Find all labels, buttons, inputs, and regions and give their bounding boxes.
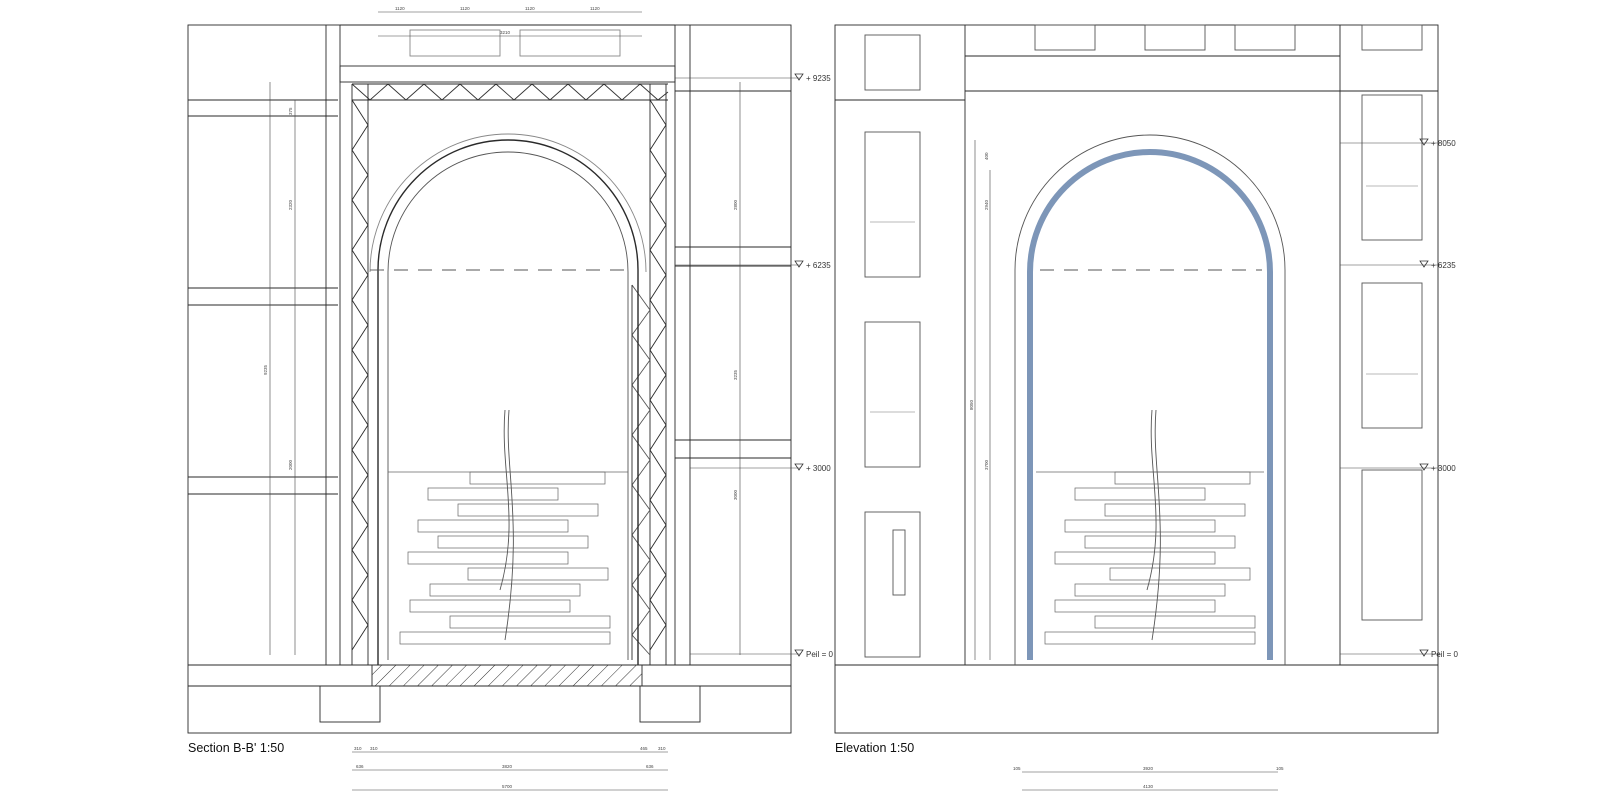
- section-dim-bottom1-0: 310: [354, 746, 362, 751]
- section-dim-left-3: 2000: [288, 459, 293, 470]
- section-level-2: + 3000: [806, 464, 831, 473]
- section-dim-bottom1-1: 310: [370, 746, 378, 751]
- elevation-level-0: + 8050: [1431, 139, 1456, 148]
- elevation-dim-left-1: 2940: [984, 199, 989, 210]
- section-dim-right-2: 3000: [733, 489, 738, 500]
- elevation-level-3: Peil = 0: [1431, 650, 1458, 659]
- elevation-dim-bottom-total: 4130: [1143, 784, 1154, 789]
- elevation-drawing: [834, 24, 1440, 791]
- section-dim-top-3: 1120: [590, 6, 600, 11]
- section-dim-bottom2-2: 636: [646, 764, 654, 769]
- drawing-canvas: + 9235 + 6235 + 3000 Peil = 0 + 8050 + 6…: [187, 6, 1458, 791]
- elevation-dim-left-0: 400: [984, 152, 989, 160]
- elevation-caption: Elevation 1:50: [835, 741, 915, 755]
- section-drawing: [187, 11, 800, 791]
- section-dim-bottom1-2: 465: [640, 746, 648, 751]
- section-dim-top-2: 1120: [525, 6, 535, 11]
- section-dim-right-0: 2800: [733, 199, 738, 210]
- section-dim-right-1: 3235: [733, 369, 738, 380]
- section-dim-bottom2-0: 636: [356, 764, 364, 769]
- section-dim-left-0: 375: [288, 107, 293, 115]
- section-level-1: + 6235: [806, 261, 831, 270]
- elevation-dim-left-2: 8050: [969, 399, 974, 410]
- elevation-dim-bottom-2: 105: [1276, 766, 1284, 771]
- section-dim-bottom1-3: 310: [658, 746, 666, 751]
- section-dim-bottom-total: 5700: [502, 784, 513, 789]
- section-level-3: Peil = 0: [806, 650, 833, 659]
- section-dim-top-total: 3210: [500, 30, 511, 35]
- section-caption: Section B-B' 1:50: [188, 741, 285, 755]
- section-dim-top-0: 1120: [395, 6, 405, 11]
- elevation-frame: [834, 24, 1439, 734]
- section-dim-left-1: 2320: [288, 199, 293, 210]
- section-frame: [187, 24, 792, 734]
- section-dim-bottom2-1: 3820: [502, 764, 513, 769]
- section-dim-top-1: 1120: [460, 6, 470, 11]
- section-dim-left-2: 9235: [263, 364, 268, 375]
- elevation-dim-left-3: 3700: [984, 459, 989, 470]
- elevation-level-1: + 6235: [1431, 261, 1456, 270]
- elevation-dim-bottom-1: 3920: [1143, 766, 1154, 771]
- elevation-dim-bottom-0: 105: [1013, 766, 1021, 771]
- section-level-0: + 9235: [806, 74, 831, 83]
- elevation-level-2: + 3000: [1431, 464, 1456, 473]
